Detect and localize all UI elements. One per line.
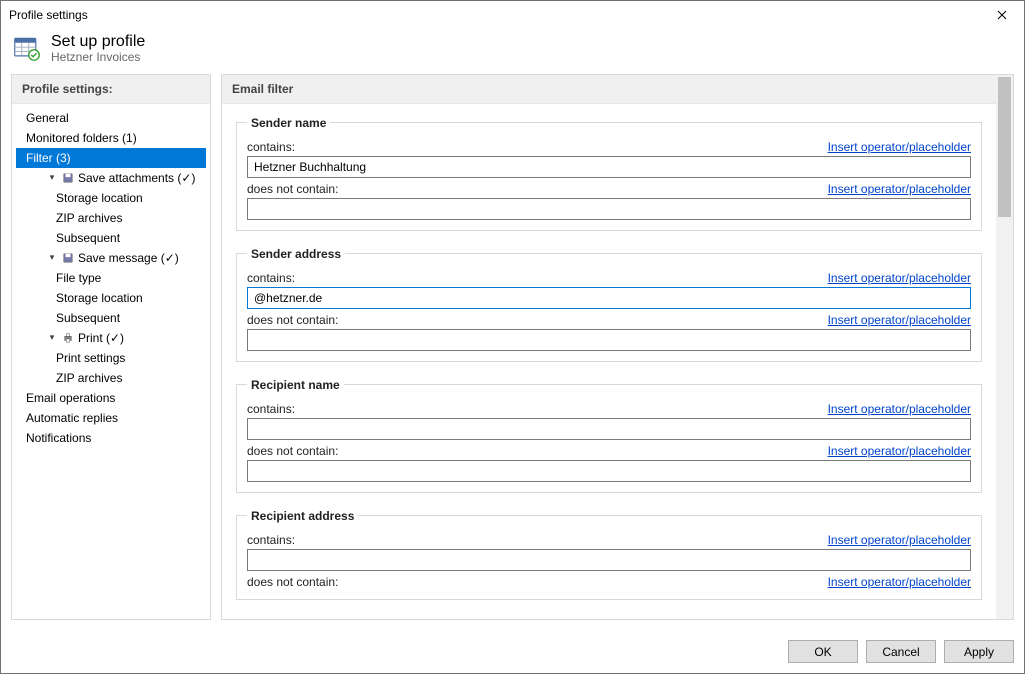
content-title: Email filter [222, 75, 996, 104]
nav-subsequent-1[interactable]: Subsequent [16, 228, 206, 248]
profile-icon [13, 34, 41, 62]
nav-file-type[interactable]: File type [16, 268, 206, 288]
label-not-contain: does not contain: [247, 575, 338, 589]
sidebar-title: Profile settings: [12, 75, 210, 104]
collapse-icon: ▾ [46, 332, 58, 343]
legend-recipient-address: Recipient address [247, 509, 358, 523]
input-sender-name-contains[interactable] [247, 156, 971, 178]
close-button[interactable] [979, 1, 1024, 29]
profile-settings-dialog: Profile settings Set up profile Hetzner … [0, 0, 1025, 674]
label-contains: contains: [247, 271, 295, 285]
titlebar: Profile settings [1, 1, 1024, 29]
dialog-footer: OK Cancel Apply [1, 630, 1024, 673]
input-recipient-name-not[interactable] [247, 460, 971, 482]
link-insert-operator[interactable]: Insert operator/placeholder [828, 271, 971, 285]
legend-sender-address: Sender address [247, 247, 345, 261]
label-not-contain: does not contain: [247, 182, 338, 196]
input-recipient-address-contains[interactable] [247, 549, 971, 571]
link-insert-operator[interactable]: Insert operator/placeholder [828, 533, 971, 547]
label-contains: contains: [247, 533, 295, 547]
printer-icon [62, 333, 74, 343]
nav-storage-location-2[interactable]: Storage location [16, 288, 206, 308]
nav-zip-archives-1[interactable]: ZIP archives [16, 208, 206, 228]
nav-monitored-folders[interactable]: Monitored folders (1) [16, 128, 206, 148]
legend-sender-name: Sender name [247, 116, 330, 130]
link-insert-operator[interactable]: Insert operator/placeholder [828, 575, 971, 589]
apply-button[interactable]: Apply [944, 640, 1014, 663]
scrollbar-thumb[interactable] [998, 77, 1011, 217]
header-subtitle: Hetzner Invoices [51, 51, 145, 64]
nav-zip-archives-2[interactable]: ZIP archives [16, 368, 206, 388]
nav-email-operations[interactable]: Email operations [16, 388, 206, 408]
input-sender-address-not[interactable] [247, 329, 971, 351]
input-recipient-name-contains[interactable] [247, 418, 971, 440]
nav-general[interactable]: General [16, 108, 206, 128]
vertical-scrollbar[interactable] [996, 75, 1013, 619]
group-sender-name: Sender name contains: Insert operator/pl… [236, 116, 982, 231]
group-recipient-name: Recipient name contains: Insert operator… [236, 378, 982, 493]
nav-tree: General Monitored folders (1) Filter (3)… [12, 104, 210, 619]
sidebar: Profile settings: General Monitored fold… [11, 74, 211, 620]
label-not-contain: does not contain: [247, 313, 338, 327]
label-not-contain: does not contain: [247, 444, 338, 458]
input-sender-address-contains[interactable] [247, 287, 971, 309]
disk-icon [62, 253, 74, 263]
disk-icon [62, 173, 74, 183]
link-insert-operator[interactable]: Insert operator/placeholder [828, 140, 971, 154]
nav-automatic-replies[interactable]: Automatic replies [16, 408, 206, 428]
group-recipient-address: Recipient address contains: Insert opera… [236, 509, 982, 600]
link-insert-operator[interactable]: Insert operator/placeholder [828, 182, 971, 196]
nav-notifications[interactable]: Notifications [16, 428, 206, 448]
window-title: Profile settings [9, 8, 88, 22]
link-insert-operator[interactable]: Insert operator/placeholder [828, 444, 971, 458]
close-icon [997, 10, 1007, 20]
legend-recipient-name: Recipient name [247, 378, 344, 392]
collapse-icon: ▾ [46, 172, 58, 183]
nav-print-settings[interactable]: Print settings [16, 348, 206, 368]
label-contains: contains: [247, 402, 295, 416]
nav-subsequent-2[interactable]: Subsequent [16, 308, 206, 328]
dialog-header: Set up profile Hetzner Invoices [1, 29, 1024, 74]
group-sender-address: Sender address contains: Insert operator… [236, 247, 982, 362]
nav-save-message[interactable]: ▾ Save message (✓) [16, 248, 206, 268]
input-sender-name-not[interactable] [247, 198, 971, 220]
nav-save-attachments[interactable]: ▾ Save attachments (✓) [16, 168, 206, 188]
nav-storage-location-1[interactable]: Storage location [16, 188, 206, 208]
collapse-icon: ▾ [46, 252, 58, 263]
link-insert-operator[interactable]: Insert operator/placeholder [828, 313, 971, 327]
nav-print[interactable]: ▾ Print (✓) [16, 328, 206, 348]
link-insert-operator[interactable]: Insert operator/placeholder [828, 402, 971, 416]
ok-button[interactable]: OK [788, 640, 858, 663]
content-panel: Email filter Sender name contains: Inser… [221, 74, 1014, 620]
header-title: Set up profile [51, 33, 145, 51]
label-contains: contains: [247, 140, 295, 154]
nav-filter[interactable]: Filter (3) [16, 148, 206, 168]
cancel-button[interactable]: Cancel [866, 640, 936, 663]
